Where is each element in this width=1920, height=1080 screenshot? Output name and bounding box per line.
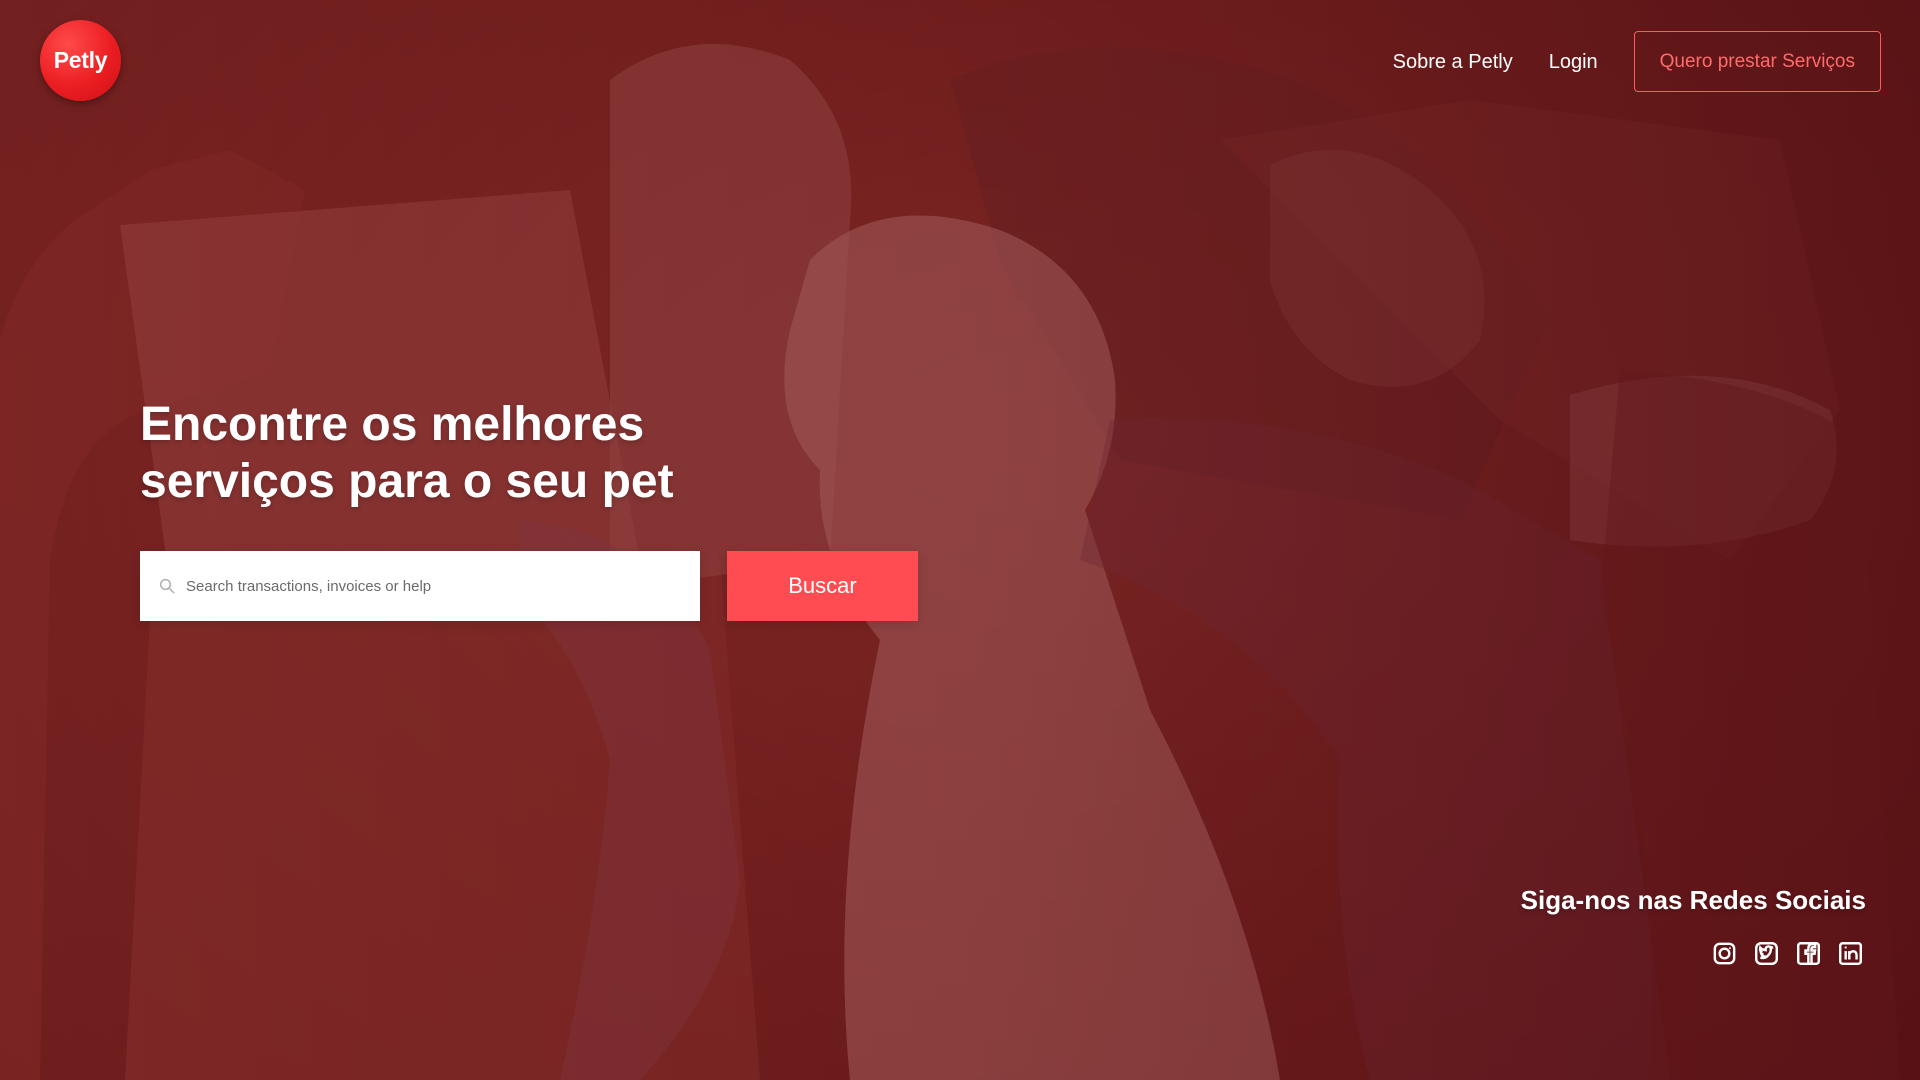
provider-signup-button[interactable]: Quero prestar Serviços [1633, 31, 1881, 92]
headline-line-2: serviços para o seu pet [140, 455, 674, 508]
petly-logo[interactable]: Petly [40, 20, 121, 101]
headline-line-1: Encontre os melhores [140, 398, 645, 451]
logo-text: Petly [53, 47, 108, 73]
social-section: Siga-nos nas Redes Sociais [1521, 884, 1866, 969]
twitter-link[interactable] [1751, 938, 1782, 969]
buscar-button[interactable]: Buscar [727, 551, 918, 621]
nav-sobre-a-petly[interactable]: Sobre a Petly [1393, 52, 1513, 72]
hero-section: Petly Sobre a Petly Login Quero prestar … [0, 0, 1920, 1080]
instagram-icon [1713, 942, 1736, 965]
top-navigation: Sobre a Petly Login Quero prestar Serviç… [1393, 31, 1881, 92]
instagram-link[interactable] [1709, 938, 1740, 969]
page-title: Encontre os melhores serviços para o seu… [140, 396, 750, 510]
social-title: Siga-nos nas Redes Sociais [1520, 885, 1866, 915]
facebook-link[interactable] [1793, 938, 1824, 969]
search-input[interactable] [186, 577, 700, 595]
nav-login[interactable]: Login [1549, 52, 1598, 72]
search-icon [159, 578, 175, 594]
linkedin-icon [1839, 942, 1862, 965]
search-field[interactable] [140, 551, 700, 621]
social-icons [1521, 938, 1866, 969]
linkedin-link[interactable] [1835, 938, 1866, 969]
twitter-icon [1755, 942, 1778, 965]
facebook-icon [1797, 942, 1820, 965]
search-form: Buscar [140, 551, 918, 621]
